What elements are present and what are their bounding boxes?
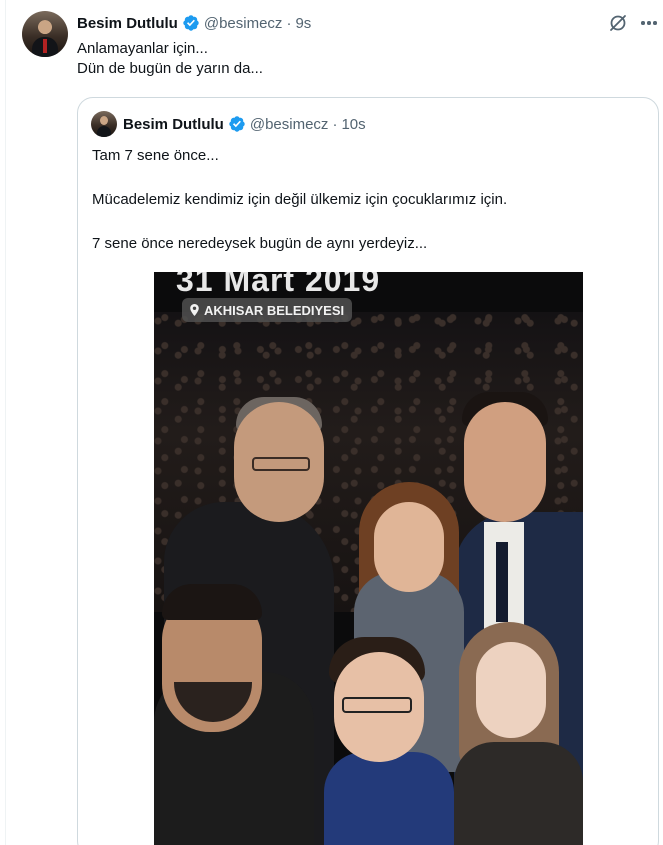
quoted-tweet-photo[interactable]: 31 Mart 2019 AKHISAR BELEDIYESI xyxy=(154,272,583,845)
photo-person xyxy=(496,542,508,622)
separator-dot: · xyxy=(332,115,338,133)
tweet-text-line-2: Dün de bugün de yarın da... xyxy=(77,60,263,77)
tweet-header: Besim Dutlulu @besimecz · 9s xyxy=(77,13,311,33)
tweet-text: Anlamayanlar için... Dün de bugün de yar… xyxy=(77,39,263,79)
quoted-author-handle[interactable]: @besimecz xyxy=(250,116,329,133)
quoted-paragraph-3: 7 sene önce neredeysek bugün de aynı yer… xyxy=(92,235,428,252)
photo-person xyxy=(162,584,262,620)
quoted-author-avatar[interactable] xyxy=(91,111,117,137)
tweet-text-line-1: Anlamayanlar için... xyxy=(77,40,208,57)
quoted-tweet-text: Tam 7 sene önce... Mücadelemiz kendimiz … xyxy=(92,146,507,278)
quoted-paragraph-2: Mücadelemiz kendimiz için değil ülkemiz … xyxy=(92,191,508,208)
verified-badge-icon xyxy=(229,116,245,132)
quoted-avatar-suit xyxy=(97,126,111,137)
photo-person xyxy=(342,697,412,713)
location-pin-icon xyxy=(190,304,199,316)
avatar-tie xyxy=(43,39,47,53)
location-label-text: AKHISAR BELEDIYESI xyxy=(204,302,345,318)
separator-dot: · xyxy=(286,14,292,32)
quoted-avatar-face xyxy=(100,116,108,125)
photo-person xyxy=(374,502,444,592)
photo-person xyxy=(324,752,454,845)
verified-badge-icon xyxy=(183,15,199,31)
quoted-tweet-header: Besim Dutlulu @besimecz · 10s xyxy=(123,114,366,134)
photo-location-label: AKHISAR BELEDIYESI xyxy=(182,298,353,322)
timeline-divider xyxy=(5,0,6,845)
quoted-tweet-timestamp[interactable]: 10s xyxy=(341,116,365,133)
tweet-timestamp[interactable]: 9s xyxy=(295,15,311,32)
more-dot-3 xyxy=(653,21,657,25)
photo-person xyxy=(464,402,546,522)
quoted-paragraph-1: Tam 7 sene önce... xyxy=(92,147,219,164)
author-handle[interactable]: @besimecz xyxy=(204,15,283,32)
quoted-tweet-card[interactable]: Besim Dutlulu @besimecz · 10s Tam 7 sene… xyxy=(77,97,659,845)
photo-person xyxy=(252,457,310,471)
photo-person xyxy=(454,742,583,845)
more-dot-1 xyxy=(641,21,645,25)
more-dot-2 xyxy=(647,21,651,25)
quoted-author-name[interactable]: Besim Dutlulu xyxy=(123,116,224,133)
photo-overlay-title: 31 Mart 2019 xyxy=(176,272,381,298)
more-icon[interactable] xyxy=(639,12,659,34)
grok-icon[interactable] xyxy=(607,12,629,34)
author-avatar[interactable] xyxy=(22,11,68,57)
photo-person xyxy=(476,642,546,738)
author-name[interactable]: Besim Dutlulu xyxy=(77,15,178,32)
